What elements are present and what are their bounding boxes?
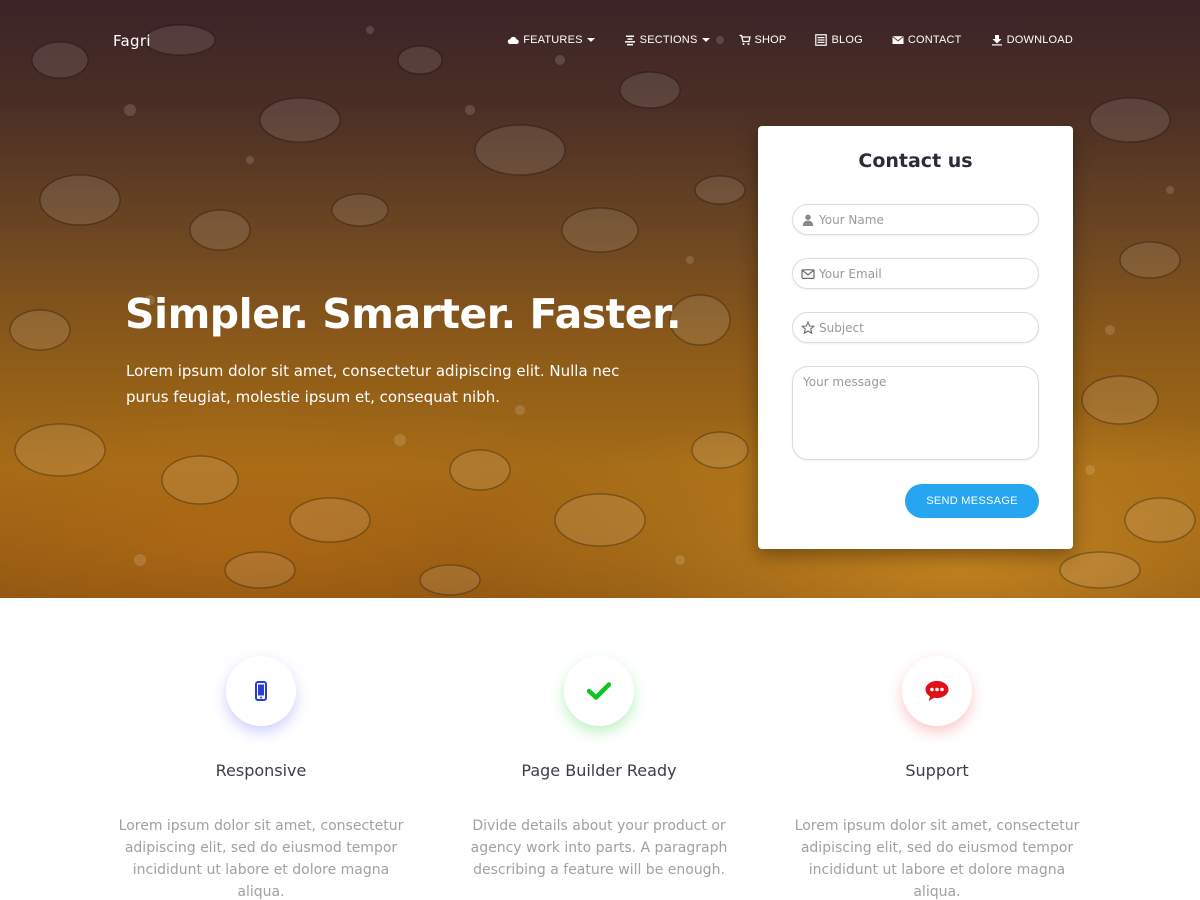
download-icon [991,35,1002,46]
feature-icon-bubble [564,656,634,726]
email-input[interactable] [819,266,1038,281]
hero-headline: Simpler. Smarter. Faster. [125,290,682,338]
subject-field[interactable] [792,312,1039,343]
chevron-down-icon [701,38,710,42]
menu-label-download: DOWNLOAD [1006,34,1073,46]
envelope-icon [892,36,904,44]
menu-label-contact: CONTACT [907,34,962,46]
feature-title: Responsive [215,761,307,780]
name-field[interactable] [792,204,1039,235]
align-center-icon [624,35,635,46]
chevron-down-icon [586,38,595,42]
menu-item-blog[interactable]: BLOG [815,34,863,46]
menu-item-shop[interactable]: SHOP [739,34,787,46]
contact-form-card: Contact us SEND MESSAGE [758,126,1073,549]
email-field[interactable] [792,258,1039,289]
check-icon [587,682,611,700]
star-icon [801,320,815,334]
subject-input[interactable] [819,320,1038,335]
name-input[interactable] [819,212,1038,227]
feature-title: Page Builder Ready [521,761,677,780]
menu-label-features: FEATURES [523,34,583,46]
feature-title: Support [905,761,969,780]
mobile-icon [255,681,267,701]
main-menu: FEATURES SECTIONS SHOP BLOG CONTACT DOWN… [507,34,1073,46]
menu-label-blog: BLOG [831,34,863,46]
menu-item-download[interactable]: DOWNLOAD [991,34,1073,46]
menu-item-sections[interactable]: SECTIONS [624,34,710,46]
message-textarea[interactable] [792,366,1039,460]
cart-icon [739,34,751,45]
cloud-icon [507,36,519,44]
envelope-icon [801,268,815,279]
chat-icon [925,681,949,701]
menu-label-sections: SECTIONS [639,34,698,46]
menu-item-features[interactable]: FEATURES [507,34,595,46]
brand-logo[interactable]: Fagri [113,32,151,50]
contact-title: Contact us [858,150,973,172]
feature-icon-bubble [902,656,972,726]
feature-icon-bubble [226,656,296,726]
hero-subline: Lorem ipsum dolor sit amet, consectetur … [126,362,620,406]
feature-description: Lorem ipsum dolor sit amet, consectetur … [118,818,404,900]
features-section: Responsive Lorem ipsum dolor sit amet, c… [0,598,1200,900]
menu-item-contact[interactable]: CONTACT [892,34,962,46]
hero-section: Fagri FEATURES SECTIONS SHOP BLOG CONTAC… [0,0,1200,598]
send-message-button[interactable]: SEND MESSAGE [905,484,1039,518]
feature-description: Lorem ipsum dolor sit amet, consectetur … [794,818,1080,900]
menu-label-shop: SHOP [754,34,787,46]
feature-description: Divide details about your product or age… [470,818,728,878]
list-alt-icon [815,34,828,46]
top-navbar: Fagri FEATURES SECTIONS SHOP BLOG CONTAC… [0,0,1200,84]
user-icon [802,214,814,226]
